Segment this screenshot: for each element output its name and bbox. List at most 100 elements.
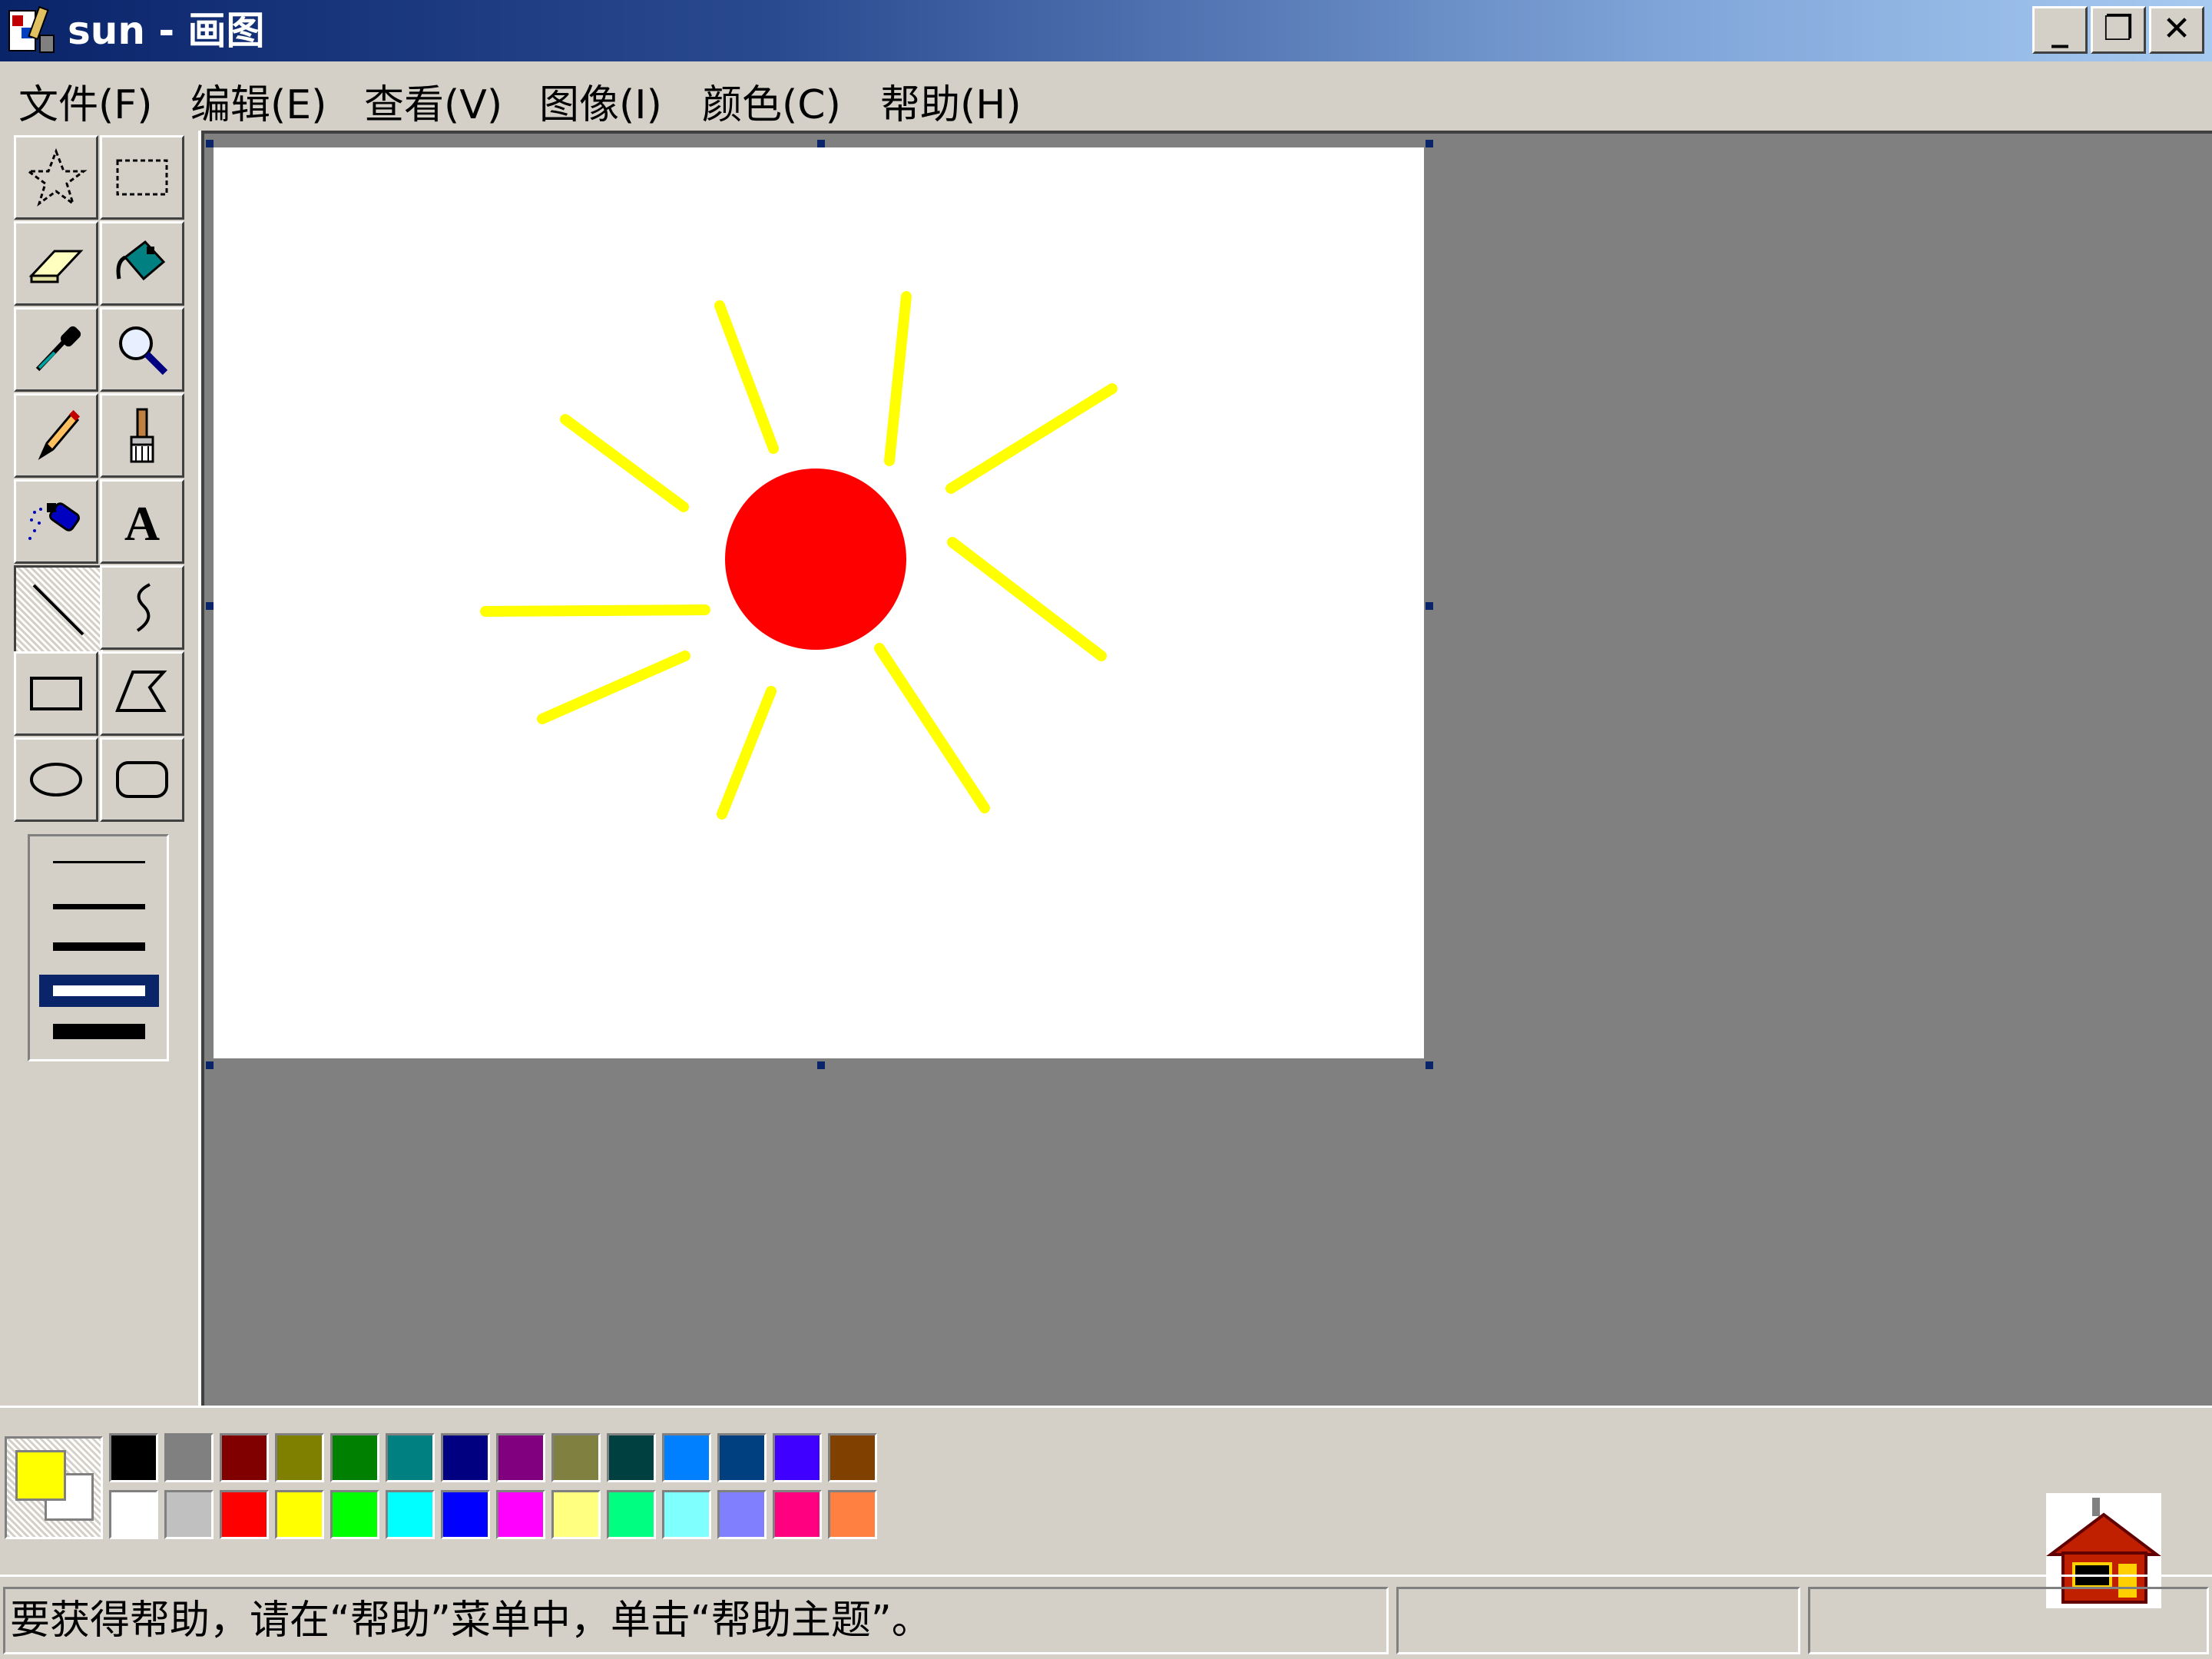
palette-color-swatch[interactable] xyxy=(330,1490,379,1539)
ellipse-icon xyxy=(30,763,82,796)
pencil-tool[interactable] xyxy=(14,393,98,478)
palette-color-swatch[interactable] xyxy=(828,1490,877,1539)
line-tool[interactable] xyxy=(14,565,103,654)
status-message: 要获得帮助，请在“帮助”菜单中，单击“帮助主题”。 xyxy=(10,1598,932,1644)
pencil-icon xyxy=(38,409,81,460)
free-form-select-tool[interactable] xyxy=(14,135,98,220)
rectangle-icon xyxy=(30,677,82,710)
palette-color-swatch[interactable] xyxy=(441,1433,490,1482)
palette-color-swatch[interactable] xyxy=(662,1490,711,1539)
line-width-3[interactable] xyxy=(53,942,145,951)
magnifier-icon xyxy=(119,326,168,376)
palette-color-swatch[interactable] xyxy=(551,1490,601,1539)
resize-handle[interactable] xyxy=(817,140,825,147)
palette-color-swatch[interactable] xyxy=(607,1433,656,1482)
menu-file[interactable]: 文件(F) xyxy=(18,72,153,130)
palette-color-swatch[interactable] xyxy=(109,1433,158,1482)
resize-handle[interactable] xyxy=(1426,1061,1433,1069)
polygon-tool[interactable] xyxy=(100,651,184,736)
palette-color-swatch[interactable] xyxy=(164,1433,214,1482)
line-width-selector xyxy=(28,834,169,1061)
menu-bar: 文件(F) 编辑(E) 查看(V) 图像(I) 颜色(C) 帮助(H) xyxy=(0,61,2212,131)
brush-icon xyxy=(130,408,154,463)
star-select-icon xyxy=(25,147,88,207)
minimize-icon: _ xyxy=(2051,9,2068,48)
sun-ray xyxy=(884,291,912,466)
resize-handle[interactable] xyxy=(1426,602,1433,610)
menu-view[interactable]: 查看(V) xyxy=(364,72,502,130)
paint-app-icon xyxy=(8,5,55,53)
airbrush-icon xyxy=(28,502,80,540)
menu-help[interactable]: 帮助(H) xyxy=(880,72,1022,130)
menu-colors[interactable]: 颜色(C) xyxy=(702,72,841,130)
magnifier-tool[interactable] xyxy=(100,307,184,392)
palette-color-swatch[interactable] xyxy=(386,1490,435,1539)
resize-handle[interactable] xyxy=(206,602,214,610)
palette-color-swatch[interactable] xyxy=(496,1433,545,1482)
close-button[interactable]: ✕ xyxy=(2149,6,2204,54)
curve-tool[interactable] xyxy=(100,565,184,650)
eraser-icon xyxy=(28,250,84,283)
line-width-1[interactable] xyxy=(53,861,145,863)
status-panel-coordinates xyxy=(1396,1587,1800,1654)
airbrush-tool[interactable] xyxy=(14,479,98,564)
menu-image[interactable]: 图像(I) xyxy=(539,72,662,130)
palette-color-swatch[interactable] xyxy=(717,1433,767,1482)
palette-color-swatch[interactable] xyxy=(717,1490,767,1539)
paint-bucket-icon xyxy=(116,240,166,281)
eraser-tool[interactable] xyxy=(14,221,98,306)
sun-ray xyxy=(714,300,779,454)
sun-ray xyxy=(560,414,689,512)
palette-color-swatch[interactable] xyxy=(386,1433,435,1482)
svg-text:A: A xyxy=(124,496,160,551)
palette-color-swatch[interactable] xyxy=(164,1490,214,1539)
sun-ray xyxy=(537,651,690,724)
sun-disc xyxy=(725,469,906,650)
pick-color-tool[interactable] xyxy=(14,307,98,392)
palette-color-swatch[interactable] xyxy=(275,1490,324,1539)
palette-color-swatch[interactable] xyxy=(496,1490,545,1539)
resize-handle[interactable] xyxy=(206,140,214,147)
drawing-canvas[interactable] xyxy=(214,147,1424,1058)
palette-color-swatch[interactable] xyxy=(441,1490,490,1539)
minimize-button[interactable]: _ xyxy=(2032,6,2088,54)
palette-color-swatch[interactable] xyxy=(662,1433,711,1482)
palette-color-swatch[interactable] xyxy=(828,1433,877,1482)
palette-color-swatch[interactable] xyxy=(330,1433,379,1482)
menu-edit[interactable]: 编辑(E) xyxy=(190,72,326,130)
line-width-4-selected[interactable] xyxy=(39,975,159,1007)
ellipse-tool[interactable] xyxy=(14,737,98,822)
palette-color-swatch[interactable] xyxy=(607,1490,656,1539)
palette-color-swatch[interactable] xyxy=(275,1433,324,1482)
rounded-rect-icon xyxy=(116,761,168,798)
eyedropper-icon xyxy=(35,326,81,372)
resize-handle[interactable] xyxy=(817,1061,825,1069)
sun-ray xyxy=(947,537,1107,661)
select-tool[interactable] xyxy=(100,135,184,220)
rounded-rectangle-tool[interactable] xyxy=(100,737,184,822)
restore-button[interactable]: ❐ xyxy=(2091,6,2146,54)
drawing-surface xyxy=(480,291,1118,820)
fill-tool[interactable] xyxy=(100,221,184,306)
palette-color-swatch[interactable] xyxy=(773,1490,822,1539)
palette-color-swatch[interactable] xyxy=(773,1433,822,1482)
palette-color-swatch[interactable] xyxy=(551,1433,601,1482)
brush-tool[interactable] xyxy=(100,393,184,478)
line-width-5[interactable] xyxy=(53,1024,145,1039)
line-width-2[interactable] xyxy=(53,904,145,909)
curve-icon xyxy=(136,583,151,632)
window-title: sun - 画图 xyxy=(68,8,265,53)
resize-handle[interactable] xyxy=(1426,140,1433,147)
palette-color-swatch[interactable] xyxy=(220,1433,269,1482)
status-panel-message: 要获得帮助，请在“帮助”菜单中，单击“帮助主题”。 xyxy=(3,1587,1389,1654)
palette-color-swatch[interactable] xyxy=(109,1490,158,1539)
title-bar[interactable]: sun - 画图 _ ❐ ✕ xyxy=(0,0,2212,61)
rectangle-tool[interactable] xyxy=(14,651,98,736)
sun-ray xyxy=(480,604,710,617)
resize-handle[interactable] xyxy=(206,1061,214,1069)
text-tool[interactable]: A xyxy=(100,479,184,564)
close-icon: ✕ xyxy=(2162,9,2191,48)
line-width-4-bar xyxy=(53,985,145,996)
color-palette xyxy=(109,1433,880,1548)
palette-color-swatch[interactable] xyxy=(220,1490,269,1539)
